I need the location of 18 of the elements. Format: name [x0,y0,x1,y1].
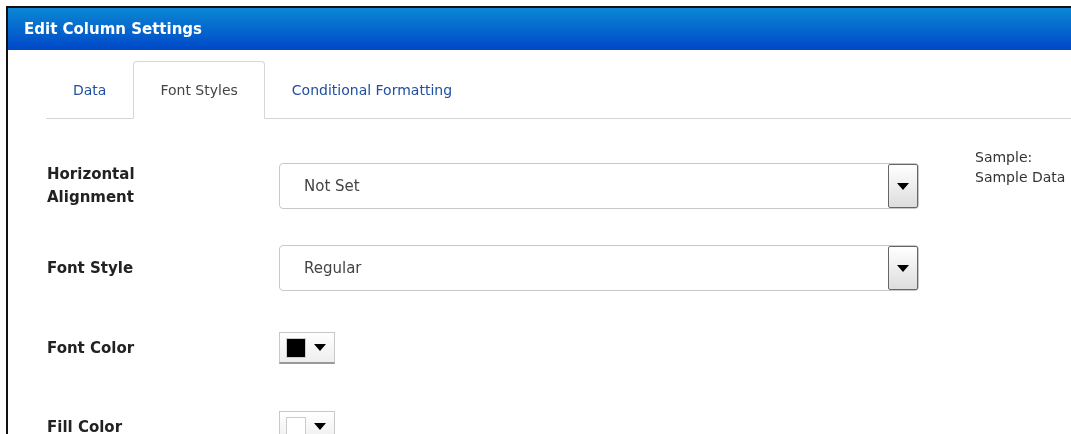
tab[interactable]: Conditional Formatting [264,61,480,119]
caret-icon [314,423,326,430]
field-label: Font Color [47,337,136,359]
tab[interactable]: Data [46,61,134,119]
caret-icon [897,182,909,190]
dropdown[interactable]: Not Set [279,163,919,209]
window-title: Edit Column Settings [8,8,1071,50]
color-picker[interactable] [279,411,335,434]
field-label: Horizontal Alignment [47,164,136,208]
caret-icon [314,344,326,351]
sample-text: Sample Data [975,168,1066,187]
color-picker[interactable] [279,332,335,364]
caret-icon [897,264,909,272]
field-label: Font Style [47,257,135,279]
field-label: Fill Color [47,416,124,434]
tab[interactable]: Font Styles [133,61,265,119]
sample-label: Sample: [975,148,1034,167]
dropdown[interactable]: Regular [279,245,919,291]
